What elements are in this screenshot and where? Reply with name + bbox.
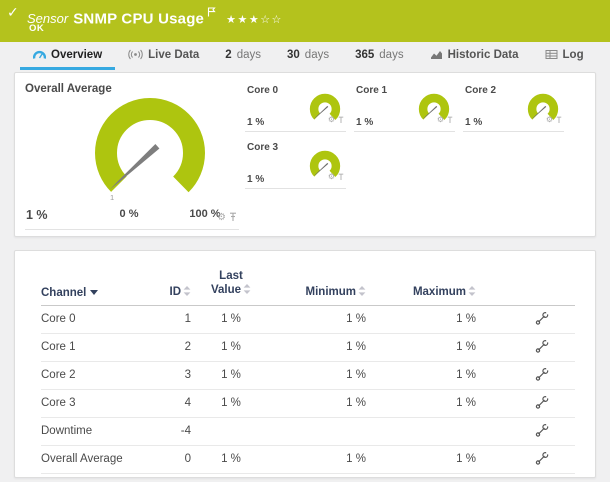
table-row: Core 0 1 1 % 1 % 1 % bbox=[41, 306, 575, 334]
pin-icon[interactable] bbox=[229, 209, 237, 227]
tab-2-days[interactable]: 2 days bbox=[212, 42, 274, 70]
historic-chart-icon bbox=[430, 49, 443, 60]
table-row: Overall Average 0 1 % 1 % 1 % bbox=[41, 446, 575, 474]
pin-icon[interactable] bbox=[556, 111, 562, 129]
sensor-title: SNMP CPU Usage bbox=[73, 10, 205, 28]
table-row: Downtime -4 bbox=[41, 418, 575, 446]
channel-name: Overall Average bbox=[41, 453, 123, 466]
gear-icon[interactable]: ⚙ bbox=[437, 116, 444, 124]
tab-settings[interactable]: ⚙ Settings bbox=[597, 42, 610, 70]
gear-icon[interactable]: ⚙ bbox=[217, 213, 226, 223]
gear-icon[interactable]: ⚙ bbox=[546, 116, 553, 124]
pin-icon[interactable] bbox=[338, 168, 344, 186]
sensor-page: ✓ Sensor SNMP CPU Usage ★★★☆☆ OK Overview … bbox=[0, 0, 610, 482]
table-row: Core 2 3 1 % 1 % 1 % bbox=[41, 362, 575, 390]
gauge-overall-average[interactable]: Overall Average 1 0 % 100 % 1 % ⚙ bbox=[23, 81, 245, 230]
channel-settings-wrench-icon[interactable] bbox=[535, 367, 549, 384]
gauge-core-1[interactable]: Core 1 1 % ⚙ bbox=[354, 84, 455, 132]
overall-average-gauge-dial: 1 bbox=[95, 98, 205, 208]
channel-settings-wrench-icon[interactable] bbox=[535, 451, 549, 468]
log-icon bbox=[545, 49, 558, 60]
channel-settings-wrench-icon[interactable] bbox=[535, 339, 549, 356]
pin-icon[interactable] bbox=[338, 111, 344, 129]
channel-gauges-grid: Core 0 1 % ⚙ Core 1 1 % ⚙ Core 2 1 % ⚙ C… bbox=[245, 81, 564, 228]
channel-name: Core 3 bbox=[41, 397, 76, 410]
channel-name: Core 2 bbox=[41, 369, 76, 382]
channels-table-panel: Channel ID Last Value Minimum Maximum Co… bbox=[14, 250, 596, 478]
channel-name: Core 0 bbox=[41, 313, 76, 326]
gear-icon[interactable]: ⚙ bbox=[328, 173, 335, 181]
channel-name: Downtime bbox=[41, 425, 93, 438]
column-header-channel[interactable]: Channel bbox=[41, 287, 151, 299]
gear-icon[interactable]: ⚙ bbox=[328, 116, 335, 124]
gauge-min-label: 0 % bbox=[119, 208, 139, 220]
table-row: Core 1 2 1 % 1 % 1 % bbox=[41, 334, 575, 362]
tab-30-days[interactable]: 30 days bbox=[274, 42, 342, 70]
needle-scale-marker: 1 bbox=[110, 193, 114, 202]
tab-overview[interactable]: Overview bbox=[20, 42, 116, 70]
channel-settings-wrench-icon[interactable] bbox=[535, 311, 549, 328]
flag-icon[interactable] bbox=[207, 4, 216, 22]
table-row: Core 3 4 1 % 1 % 1 % bbox=[41, 390, 575, 418]
sort-desc-icon bbox=[90, 289, 99, 295]
tab-historic-data[interactable]: Historic Data bbox=[417, 42, 532, 70]
pin-icon[interactable] bbox=[447, 111, 453, 129]
column-header-last-value[interactable]: Last Value bbox=[206, 269, 256, 299]
star-rating[interactable]: ★★★☆☆ bbox=[226, 14, 283, 26]
gauge-icon bbox=[33, 49, 46, 60]
gauge-value: 1 % bbox=[26, 208, 48, 222]
sort-icon bbox=[183, 285, 191, 299]
sensor-header: ✓ Sensor SNMP CPU Usage ★★★☆☆ OK bbox=[0, 0, 610, 42]
status-check-icon: ✓ bbox=[7, 4, 19, 20]
gauge-core-3[interactable]: Core 3 1 % ⚙ bbox=[245, 141, 346, 189]
column-header-maximum[interactable]: Maximum bbox=[366, 285, 476, 299]
gauge-core-0[interactable]: Core 0 1 % ⚙ bbox=[245, 84, 346, 132]
sensor-status-badge: OK bbox=[29, 23, 45, 34]
channel-name: Core 1 bbox=[41, 341, 76, 354]
tab-log[interactable]: Log bbox=[532, 42, 597, 70]
channel-settings-wrench-icon[interactable] bbox=[535, 395, 549, 412]
tab-live-data[interactable]: Live Data bbox=[115, 42, 212, 70]
column-header-minimum[interactable]: Minimum bbox=[271, 285, 366, 299]
tab-bar: Overview Live Data 2 days 30 days 365 da… bbox=[0, 42, 610, 70]
live-data-icon bbox=[128, 49, 143, 60]
column-header-id[interactable]: ID bbox=[151, 285, 191, 299]
sort-icon bbox=[358, 285, 366, 299]
overview-panel: Overall Average 1 0 % 100 % 1 % ⚙ Core 0… bbox=[14, 72, 596, 237]
table-header-row: Channel ID Last Value Minimum Maximum bbox=[41, 269, 575, 306]
sort-icon bbox=[243, 284, 251, 298]
tab-365-days[interactable]: 365 days bbox=[342, 42, 416, 70]
gauge-core-2[interactable]: Core 2 1 % ⚙ bbox=[463, 84, 564, 132]
sort-icon bbox=[468, 285, 476, 299]
channel-settings-wrench-icon[interactable] bbox=[535, 423, 549, 440]
